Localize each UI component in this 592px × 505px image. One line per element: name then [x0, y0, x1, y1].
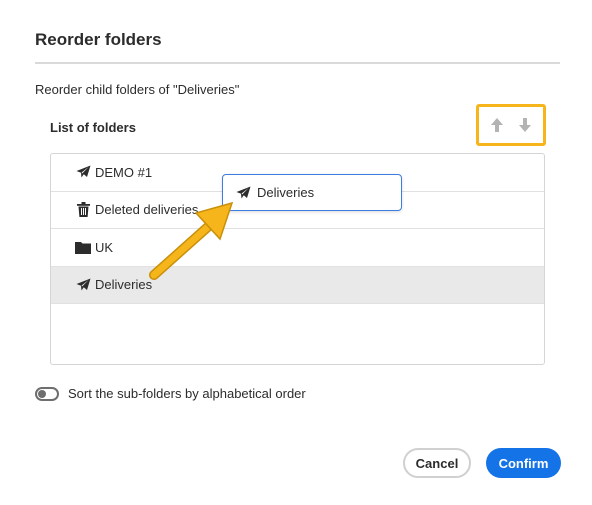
- reorder-folders-dialog: Reorder folders Reorder child folders of…: [0, 0, 592, 505]
- paper-plane-icon: [75, 277, 91, 293]
- folder-icon: [75, 239, 91, 255]
- folder-label: DEMO #1: [95, 164, 153, 180]
- folder-row-deliveries[interactable]: Deliveries: [51, 266, 544, 304]
- move-down-button[interactable]: [513, 113, 537, 137]
- sort-toggle-row: Sort the sub-folders by alphabetical ord…: [35, 386, 306, 401]
- toggle-knob: [38, 389, 46, 398]
- title-divider: [35, 62, 560, 64]
- trash-icon: [75, 202, 91, 218]
- sort-toggle-switch[interactable]: [35, 386, 59, 401]
- arrow-down-icon: [519, 118, 531, 132]
- dialog-title: Reorder folders: [35, 30, 162, 49]
- arrow-up-icon: [491, 118, 503, 132]
- folder-row-uk[interactable]: UK: [51, 229, 544, 267]
- drag-ghost-label: Deliveries: [257, 185, 315, 200]
- paper-plane-icon: [75, 164, 91, 180]
- cancel-button[interactable]: Cancel: [403, 448, 471, 478]
- confirm-button[interactable]: Confirm: [486, 448, 561, 478]
- move-buttons-highlight: [476, 104, 546, 146]
- list-label: List of folders: [50, 120, 136, 135]
- dialog-description: Reorder child folders of "Deliveries": [35, 82, 240, 97]
- sort-toggle-label: Sort the sub-folders by alphabetical ord…: [68, 386, 306, 401]
- move-up-button[interactable]: [485, 113, 509, 137]
- annotation-arrow-icon: [149, 201, 234, 280]
- folder-label: UK: [95, 239, 114, 255]
